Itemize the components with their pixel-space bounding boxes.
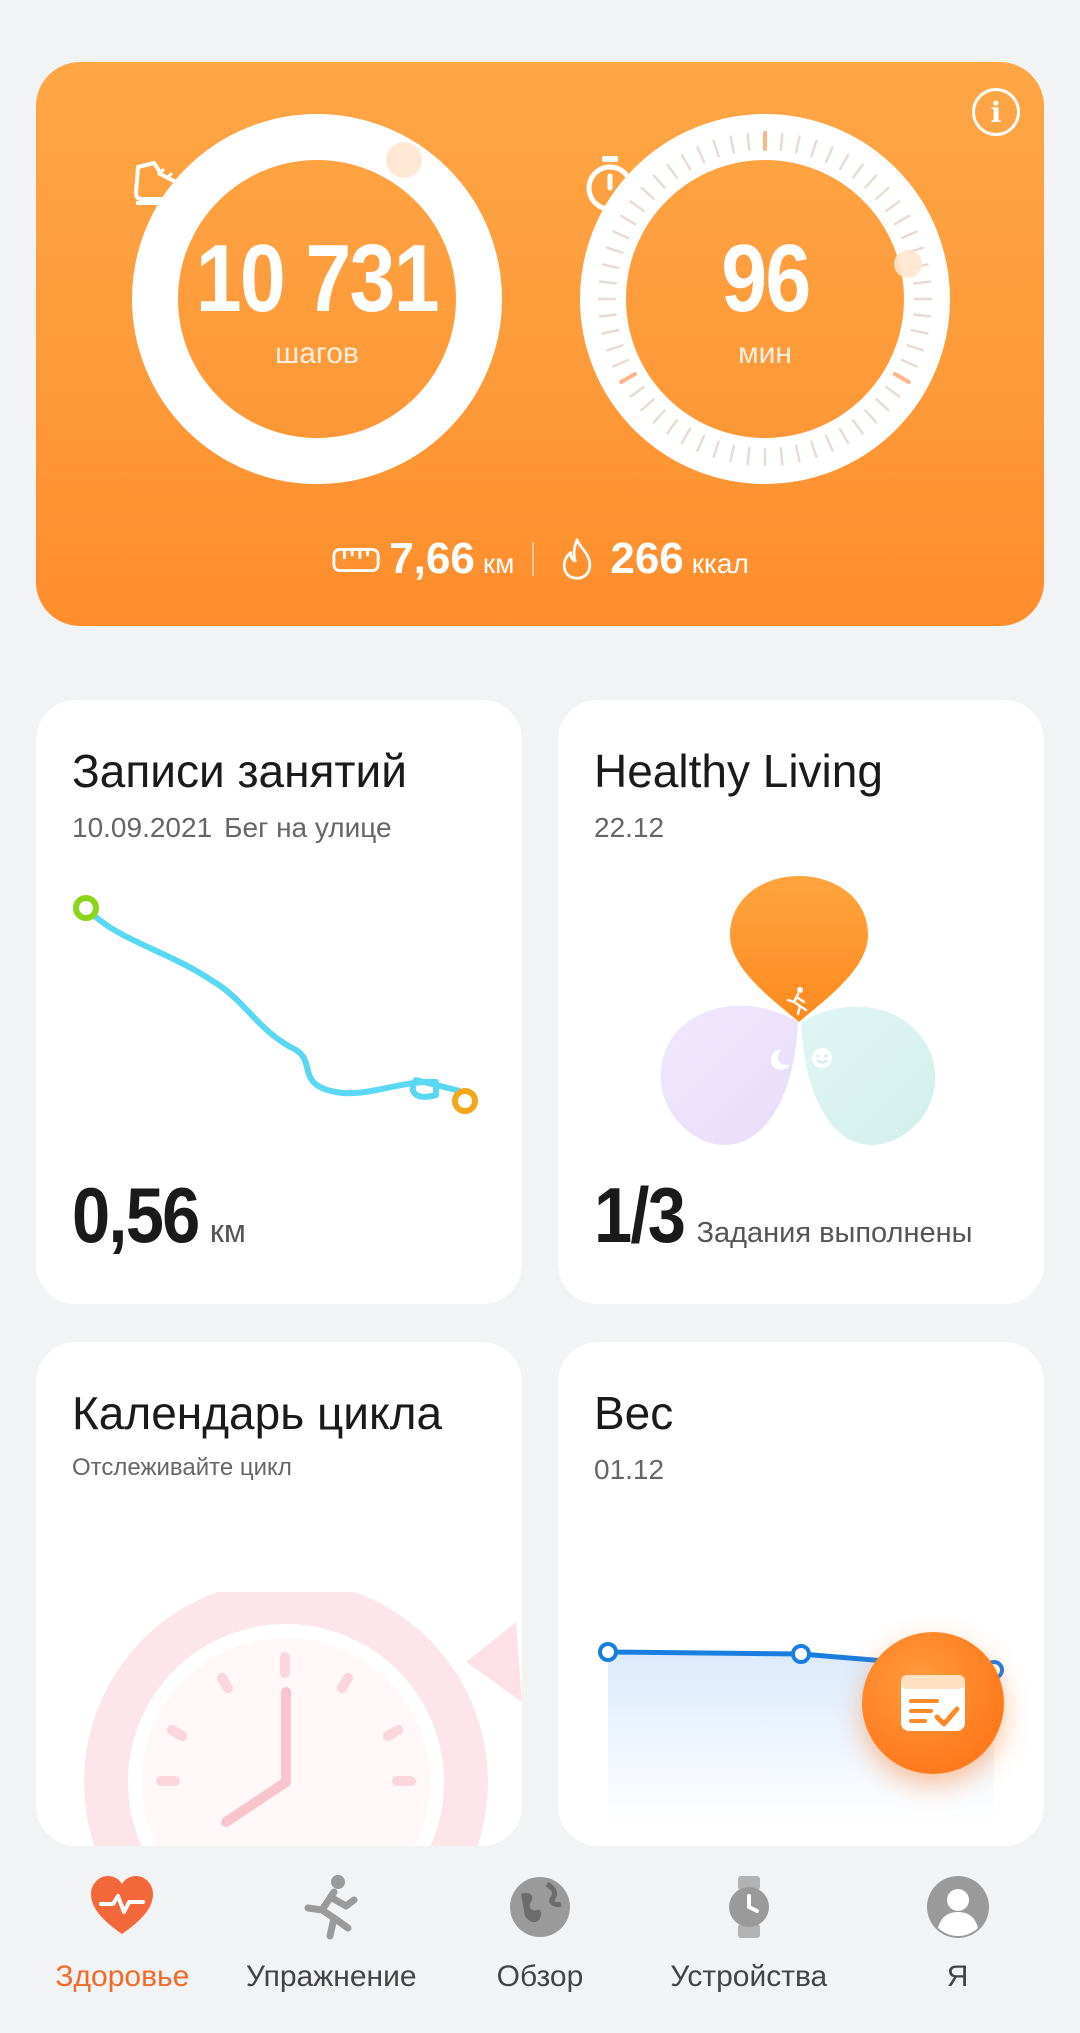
flame-icon bbox=[563, 538, 592, 580]
workout-type: Бег на улице bbox=[224, 812, 392, 843]
nav-item-exercise[interactable]: Упражнение bbox=[231, 1874, 431, 1994]
workout-distance: 0,56 км bbox=[72, 1170, 246, 1261]
sleep-petal bbox=[660, 1005, 798, 1146]
info-icon[interactable]: i bbox=[972, 88, 1020, 136]
calories-stat: 266 ккал bbox=[552, 534, 749, 584]
workout-distance-unit: км bbox=[209, 1213, 246, 1249]
route-end-marker bbox=[452, 1088, 478, 1114]
heart-pulse-icon bbox=[91, 1876, 154, 1934]
healthy-living-petals bbox=[660, 876, 936, 1146]
steps-ring[interactable]: 10 731 шагов bbox=[132, 114, 502, 484]
card-subtitle: 10.09.2021 Бег на улице bbox=[72, 812, 392, 844]
workout-distance-value: 0,56 bbox=[72, 1171, 200, 1259]
nav-item-devices[interactable]: Устройства bbox=[649, 1874, 849, 1994]
stopwatch-icon bbox=[586, 156, 634, 212]
stats-divider bbox=[532, 542, 535, 576]
tasks-progress: 1/3 Задания выполнены bbox=[594, 1170, 972, 1261]
card-title: Вес bbox=[594, 1387, 674, 1439]
card-title: Календарь цикла bbox=[72, 1387, 443, 1439]
distance-unit: км bbox=[482, 548, 515, 579]
steps-unit: шагов bbox=[275, 337, 359, 370]
mood-petal bbox=[801, 1006, 936, 1146]
healthy-living-date: 22.12 bbox=[594, 812, 665, 843]
checklist-icon bbox=[901, 1675, 965, 1731]
shoe-icon bbox=[134, 161, 198, 205]
ruler-icon bbox=[332, 547, 380, 572]
route-map bbox=[73, 895, 478, 1114]
route-start-marker bbox=[73, 895, 99, 921]
nav-label: Здоровье bbox=[55, 1960, 190, 1993]
activity-stats-row: 7,66 км 266 ккал bbox=[36, 534, 1044, 584]
route-path bbox=[83, 905, 471, 1105]
nav-item-overview[interactable]: Обзор bbox=[440, 1874, 640, 1994]
distance-value: 7,66 bbox=[389, 534, 475, 583]
active-minutes-ring[interactable]: 96 мин bbox=[580, 114, 950, 484]
steps-value: 10 731 bbox=[195, 225, 440, 332]
tasks-completed-caption: Задания выполнены bbox=[696, 1217, 973, 1249]
card-title: Healthy Living bbox=[594, 745, 883, 797]
cycle-calendar-card[interactable]: Календарь цикла Отслеживайте цикл bbox=[36, 1342, 522, 1846]
nav-label: Упражнение bbox=[245, 1960, 417, 1993]
nav-label: Я bbox=[946, 1960, 969, 1993]
weight-date: 01.12 bbox=[594, 1454, 665, 1485]
watch-icon bbox=[728, 1876, 769, 1938]
workout-date: 10.09.2021 bbox=[72, 812, 213, 843]
minutes-unit: мин bbox=[738, 337, 792, 370]
nav-item-me[interactable]: Я bbox=[858, 1874, 1058, 1994]
minutes-value: 96 bbox=[720, 225, 811, 332]
calories-unit: ккал bbox=[691, 548, 749, 579]
tasks-completed-value: 1/3 bbox=[594, 1171, 686, 1259]
weight-point bbox=[598, 1642, 618, 1662]
nav-label: Устройства bbox=[670, 1960, 828, 1993]
smile-icon bbox=[812, 1048, 832, 1068]
globe-icon bbox=[509, 1877, 570, 1937]
profile-icon bbox=[926, 1876, 989, 1938]
nav-label: Обзор bbox=[496, 1960, 584, 1993]
notes-fab-button[interactable] bbox=[862, 1632, 1004, 1774]
calories-value: 266 bbox=[610, 534, 684, 583]
nav-item-health[interactable]: Здоровье bbox=[22, 1874, 222, 1994]
clock-illustration-icon bbox=[84, 1592, 522, 1846]
workout-records-card[interactable]: Записи занятий 10.09.2021 Бег на улице 0,… bbox=[36, 700, 522, 1304]
running-person-icon bbox=[304, 1875, 358, 1940]
weight-card[interactable]: Вес 01.12 bbox=[558, 1342, 1044, 1846]
distance-stat: 7,66 км bbox=[331, 534, 514, 584]
bottom-navigation: Здоровье Упражнение Обзор Устройства Я bbox=[0, 1846, 1080, 2033]
cycle-subtitle: Отслеживайте цикл bbox=[72, 1454, 292, 1481]
weight-point bbox=[791, 1644, 811, 1664]
healthy-living-card[interactable]: Healthy Living 22.12 1/3 Задания выполне… bbox=[558, 700, 1044, 1304]
activity-summary-card[interactable]: i 10 731 шагов 96 мин 7,66 км 266 ккал bbox=[36, 62, 1044, 626]
card-title: Записи занятий bbox=[72, 745, 407, 797]
